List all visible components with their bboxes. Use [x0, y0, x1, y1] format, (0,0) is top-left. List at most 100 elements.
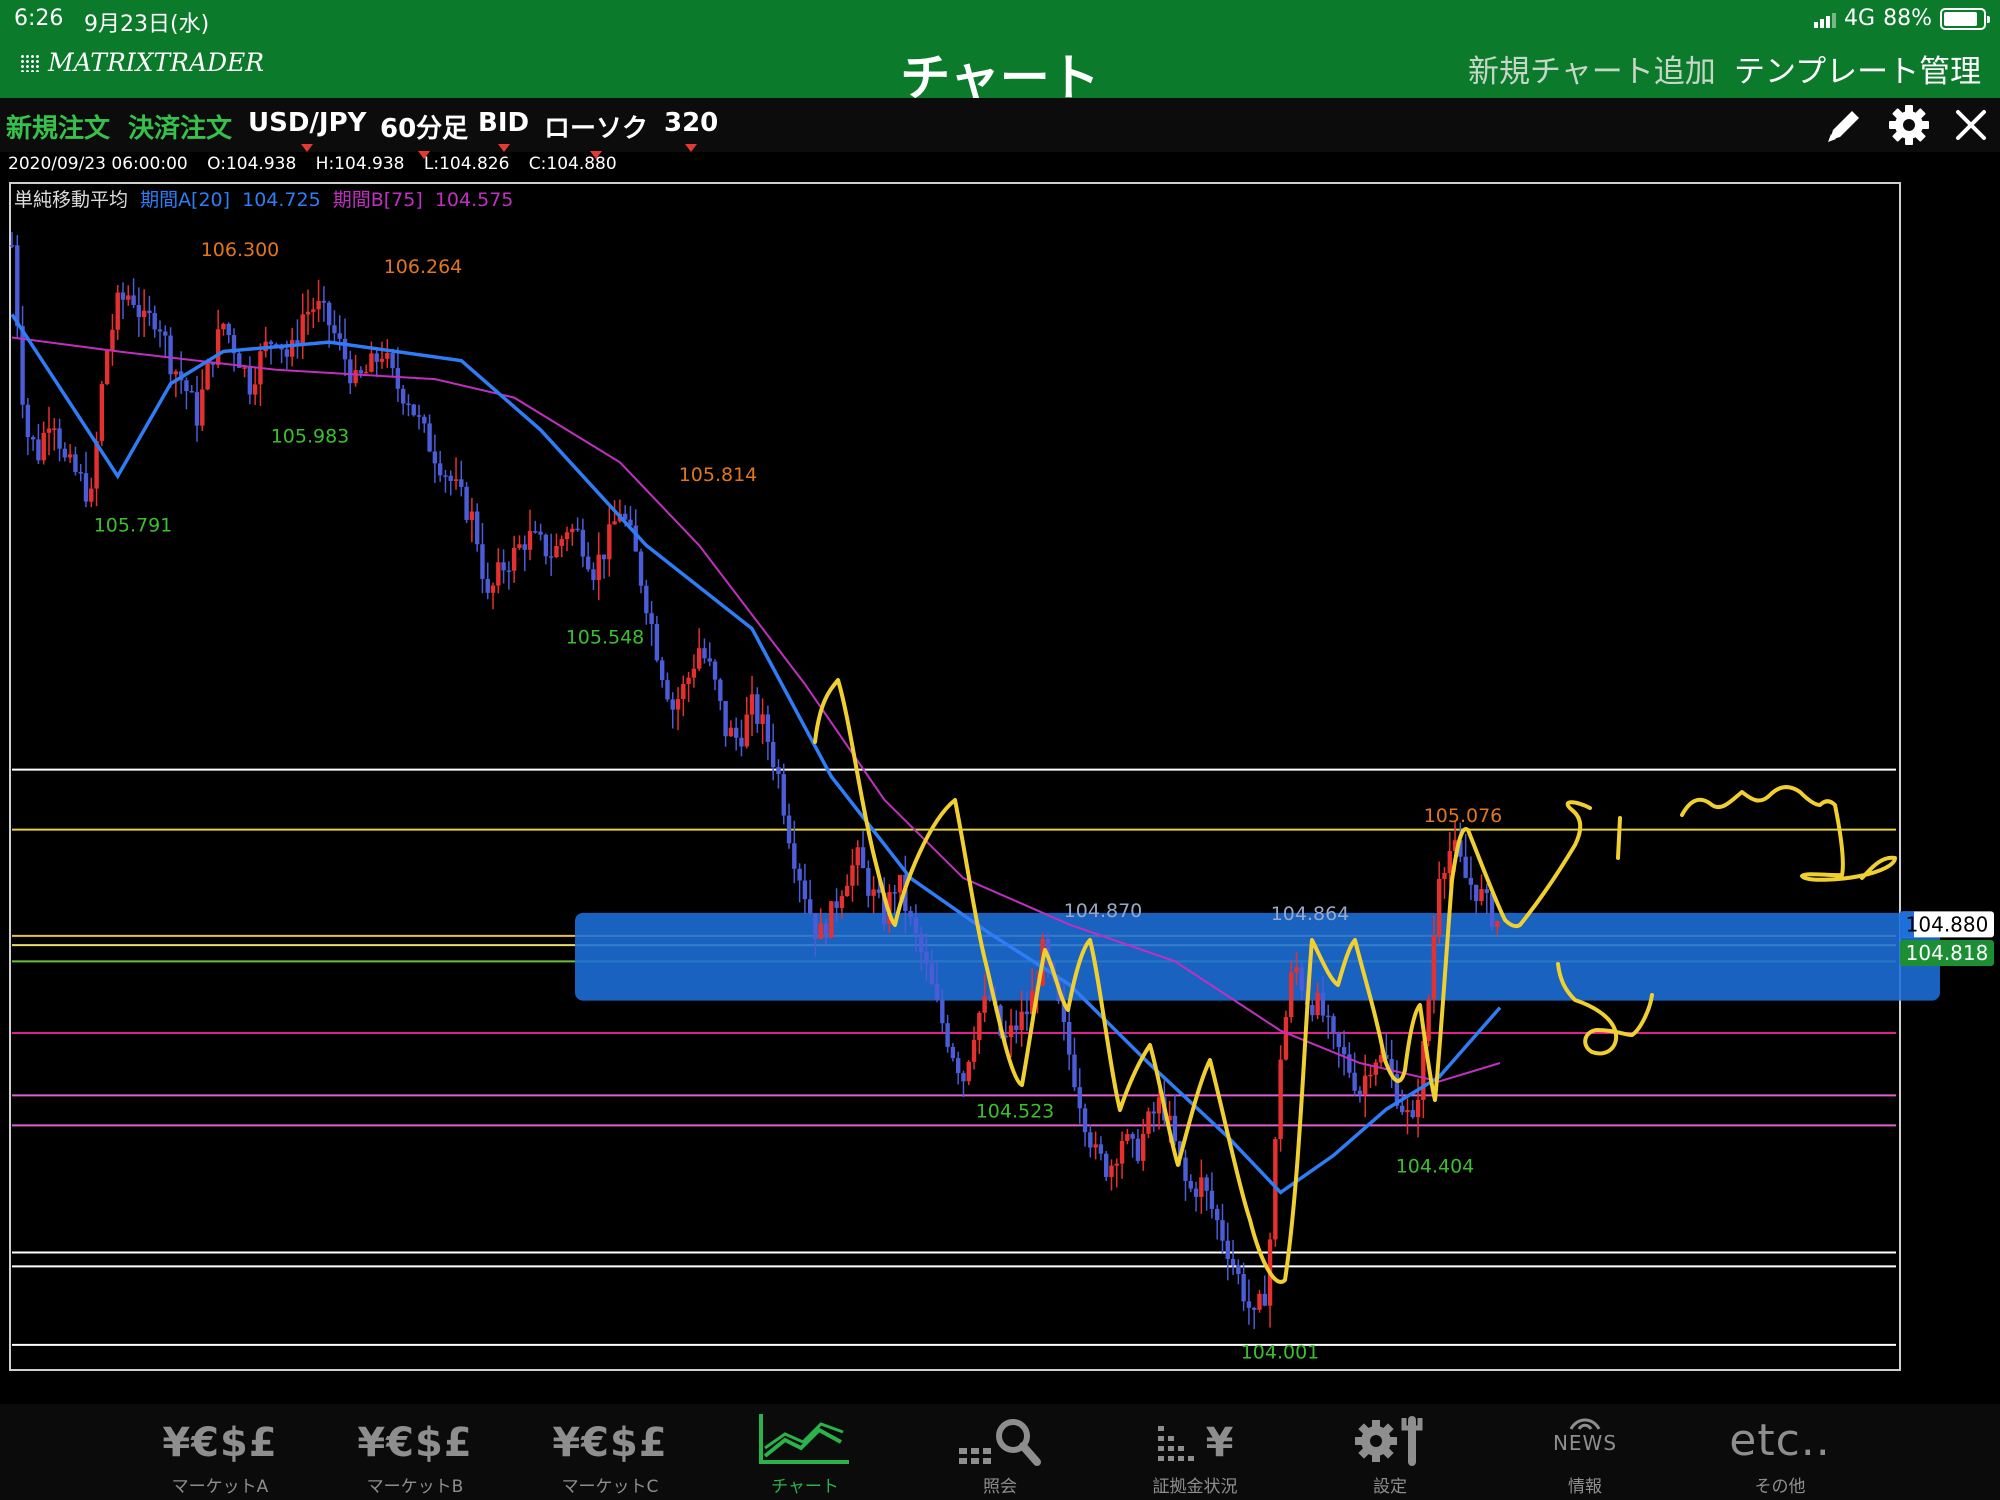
candle-body [786, 815, 792, 844]
candle-body [1257, 1293, 1262, 1310]
candle-body [30, 437, 36, 440]
candle-body [369, 353, 374, 372]
candle-body [485, 578, 490, 593]
tab-margin[interactable]: ¥ 証拠金状況 [1115, 1404, 1275, 1500]
search-icon [959, 1419, 1041, 1466]
candle-body [665, 680, 670, 700]
candle-body [374, 353, 379, 362]
candle-body [1193, 1188, 1199, 1197]
candle-body [1437, 878, 1442, 936]
candle-body [802, 880, 808, 900]
tab-market-c[interactable]: ¥€$£ マーケットC [530, 1404, 690, 1500]
tab-label: その他 [1754, 1477, 1806, 1497]
candle-body [744, 714, 749, 747]
candle-body [406, 403, 411, 406]
tab-label: マーケットC [561, 1477, 659, 1497]
candle-body [41, 432, 46, 461]
candle-body [1225, 1240, 1230, 1259]
candle-body [1283, 1017, 1289, 1060]
candle-body [99, 384, 105, 441]
candle-body [1204, 1177, 1209, 1191]
yen-icon: ¥ [1205, 1420, 1235, 1466]
candle-body [1357, 1090, 1363, 1095]
candle-body [490, 585, 496, 593]
tab-inquiry[interactable]: 照会 [920, 1404, 1080, 1500]
candle-body [242, 367, 247, 369]
candle-body [892, 892, 897, 894]
plot-frame [9, 182, 1901, 1371]
candle-body [189, 391, 194, 393]
candle-body [1188, 1180, 1193, 1189]
candle-body [955, 1058, 961, 1074]
tab-chart[interactable]: チャート [725, 1404, 885, 1500]
margin-icon [1157, 1426, 1194, 1461]
candle-body [62, 448, 68, 458]
price-annotation: 105.791 [94, 514, 173, 536]
candle-body [268, 341, 274, 345]
candle-body [348, 359, 353, 384]
price-chart[interactable]: 106.300 106.264 105.983 105.791 105.814 105.5… [0, 0, 2000, 1404]
candle-body [295, 340, 300, 344]
tab-info[interactable]: NEWS 情報 [1505, 1404, 1665, 1500]
candle-body [36, 439, 41, 461]
candle-body [1209, 1190, 1215, 1209]
candle-body [1310, 1005, 1315, 1016]
candle-body [1199, 1177, 1204, 1197]
price-annotation: 105.076 [1424, 805, 1503, 827]
candle-body [855, 847, 860, 866]
candle-body [474, 511, 480, 545]
secondary-price-label: 104.818 [1906, 941, 1989, 965]
candle-body [591, 569, 596, 580]
news-label: NEWS [1552, 1431, 1618, 1455]
candle-body [533, 531, 538, 533]
candle-body [575, 528, 580, 531]
price-annotation: 104.404 [1396, 1155, 1475, 1177]
tab-market-a[interactable]: ¥€$£ マーケットA [140, 1404, 300, 1500]
current-price-label: 104.880 [1906, 912, 1989, 936]
candle-body [1119, 1140, 1125, 1164]
indicator-period-b: 期間B[75] [333, 189, 423, 211]
price-annotation: 105.814 [679, 464, 758, 486]
candle-body [723, 700, 728, 737]
indicator-value-b: 104.575 [435, 189, 514, 211]
candle-body [982, 996, 987, 1013]
candle-body [215, 329, 221, 365]
candle-body [675, 699, 681, 710]
candle-body [284, 349, 290, 357]
candle-body [1072, 1054, 1077, 1088]
tab-market-b[interactable]: ¥€$£ マーケットB [335, 1404, 495, 1500]
candle-body [437, 463, 443, 476]
candle-body [1331, 1016, 1336, 1033]
candle-body [200, 389, 205, 426]
candle-body [1066, 1022, 1072, 1055]
candle-body [739, 737, 744, 747]
candle-body [971, 1040, 977, 1062]
candle-body [559, 539, 564, 546]
tab-more[interactable]: etc.. その他 [1700, 1404, 1860, 1500]
candle-body [1252, 1307, 1257, 1310]
candle-body [1373, 1062, 1378, 1075]
price-annotation: 104.870 [1064, 900, 1143, 922]
highlight-band [575, 912, 1940, 1001]
candle-body [110, 329, 115, 351]
candle-body [496, 562, 501, 586]
candle-body [332, 325, 337, 334]
tab-label: 証拠金状況 [1152, 1477, 1238, 1497]
candle-body [966, 1061, 971, 1082]
candle-body [511, 547, 517, 571]
candle-body [385, 352, 390, 359]
candle-body [749, 694, 755, 715]
candle-body [83, 473, 89, 502]
candle-body [57, 428, 62, 449]
candle-body [765, 714, 771, 742]
tab-settings[interactable]: 設定 [1310, 1404, 1470, 1500]
price-annotation: 104.001 [1241, 1342, 1320, 1364]
candle-body [379, 358, 385, 362]
candle-body [1262, 1293, 1267, 1306]
candle-body [707, 658, 712, 662]
candle-body [538, 531, 543, 535]
candle-body [1125, 1133, 1130, 1141]
candle-body [353, 370, 358, 384]
candle-body [358, 370, 364, 374]
candle-body [839, 896, 845, 908]
